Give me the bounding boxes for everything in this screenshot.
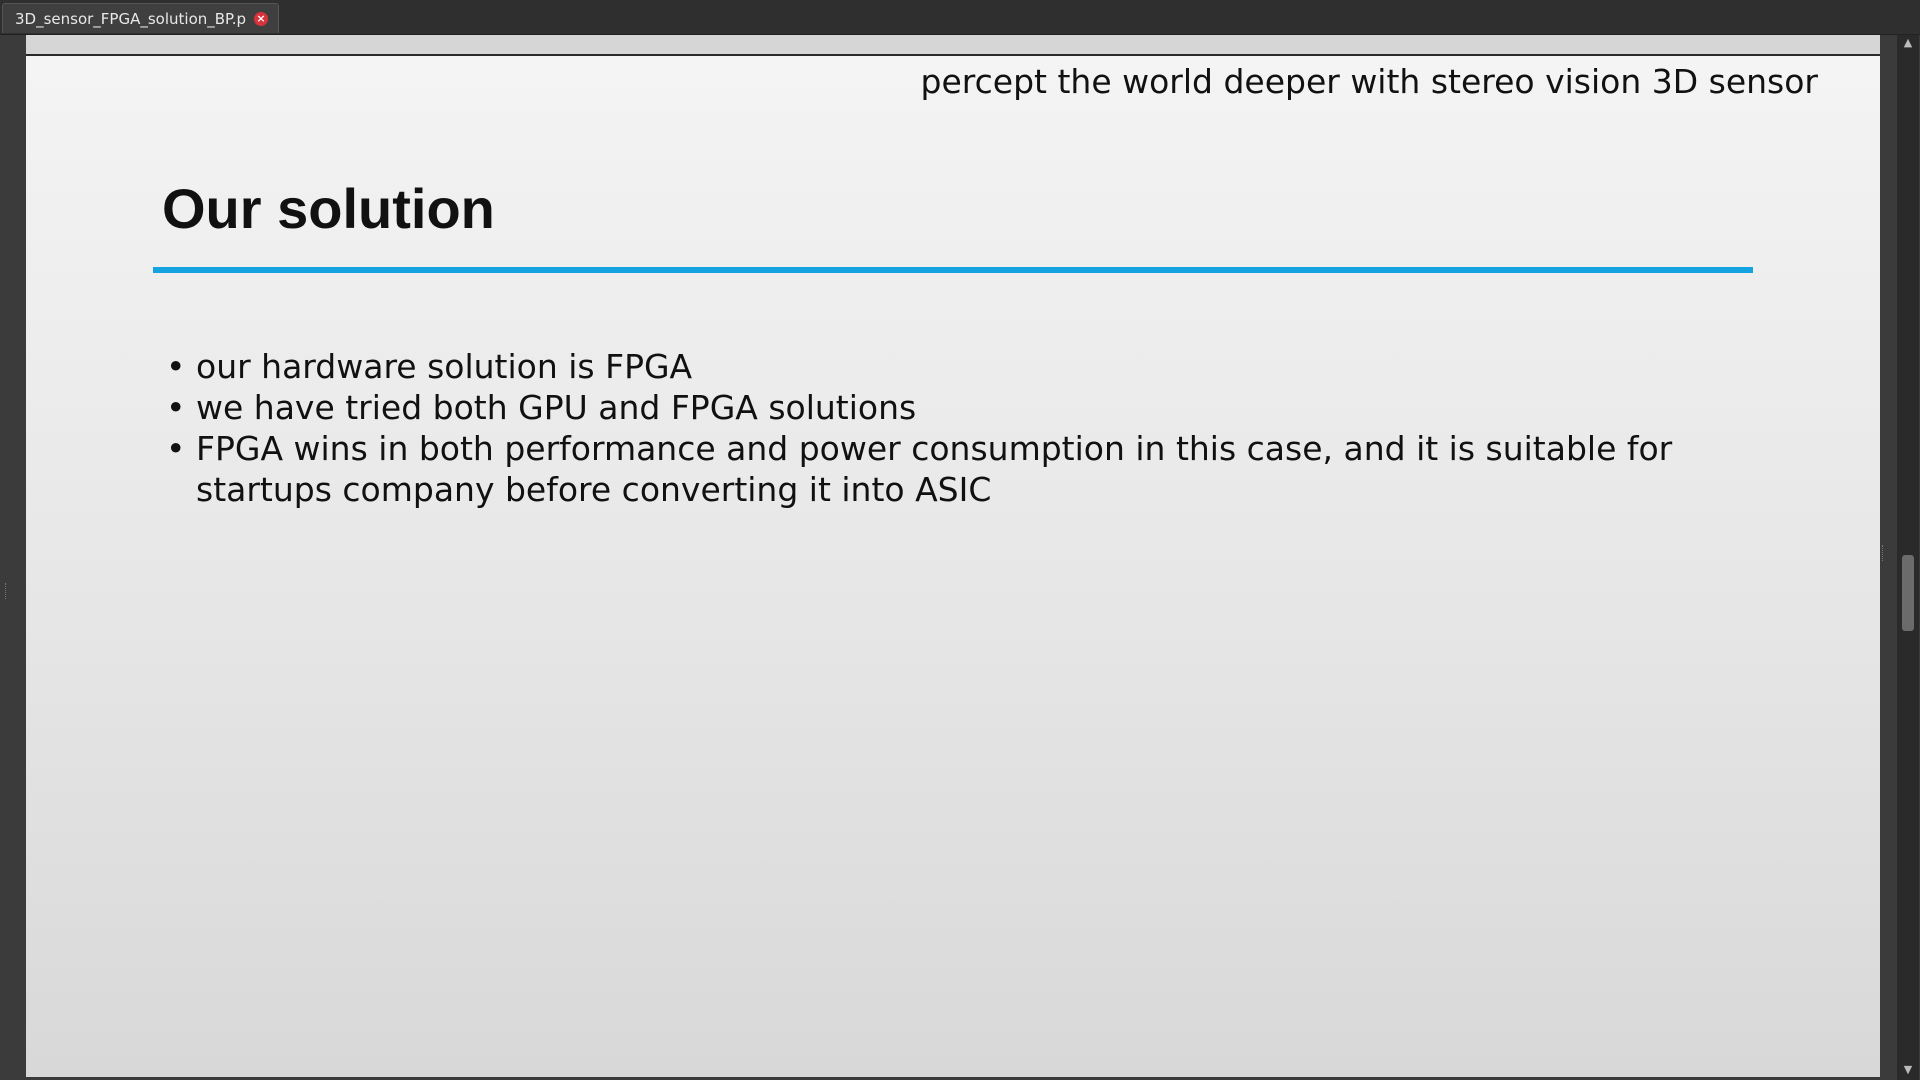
close-icon[interactable]: × <box>254 11 268 26</box>
bullet-text: our hardware solution is FPGA <box>196 347 693 386</box>
slide-header: percept the world deeper with stereo vis… <box>920 62 1818 101</box>
tab-label: 3D_sensor_FPGA_solution_BP.pdf <box>15 9 246 28</box>
bullet-icon: • <box>166 347 186 386</box>
vertical-scrollbar[interactable]: ▲ ▼ <box>1880 35 1920 1080</box>
bullet-list: • our hardware solution is FPGA • we hav… <box>162 346 1762 510</box>
slide-title: Our solution <box>162 177 495 240</box>
scroll-down-icon[interactable]: ▼ <box>1897 1062 1919 1078</box>
scroll-thumb[interactable] <box>1902 555 1914 631</box>
document-viewport[interactable]: percept the world deeper with stereo vis… <box>26 35 1880 1077</box>
title-underline <box>153 267 1753 273</box>
left-margin <box>0 35 26 1080</box>
tab-bar: 3D_sensor_FPGA_solution_BP.pdf × <box>0 0 1920 35</box>
pdf-viewer-window: 3D_sensor_FPGA_solution_BP.pdf × percept… <box>0 0 1920 1080</box>
bullet-icon: • <box>166 429 186 468</box>
pdf-page: percept the world deeper with stereo vis… <box>26 56 1880 1077</box>
bullet-text: FPGA wins in both performance and power … <box>196 429 1673 509</box>
list-item: • FPGA wins in both performance and powe… <box>162 428 1762 510</box>
tab-document[interactable]: 3D_sensor_FPGA_solution_BP.pdf × <box>2 3 279 33</box>
resize-grip-icon[interactable] <box>5 583 9 599</box>
resize-grip-icon[interactable] <box>1882 545 1886 561</box>
list-item: • our hardware solution is FPGA <box>162 346 1762 387</box>
list-item: • we have tried both GPU and FPGA soluti… <box>162 387 1762 428</box>
previous-page-edge <box>26 35 1880 56</box>
bullet-text: we have tried both GPU and FPGA solution… <box>196 388 917 427</box>
scroll-up-icon[interactable]: ▲ <box>1897 35 1919 51</box>
bullet-icon: • <box>166 388 186 427</box>
